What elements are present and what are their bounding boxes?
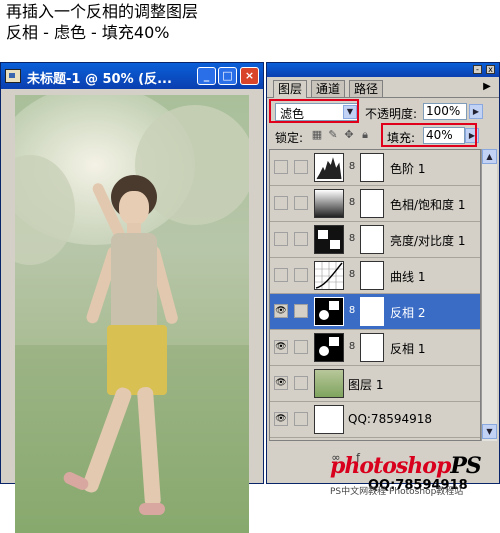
layer-row[interactable]: 8 亮度/对比度 1 — [270, 222, 480, 258]
layer-name: 图层 1 — [348, 378, 384, 392]
chain-icon: 8 — [348, 197, 356, 208]
layer-mask-thumb[interactable] — [360, 333, 384, 362]
layer-mask-thumb[interactable] — [360, 261, 384, 290]
layer-mask-thumb[interactable] — [360, 225, 384, 254]
lock-all-icon[interactable]: 🔒︎ — [359, 129, 371, 141]
document-window: 未标题-1 @ 50% (反... _ □ × — [0, 62, 264, 533]
link-slot[interactable] — [294, 412, 308, 426]
layer-name: 色相/饱和度 1 — [390, 198, 466, 212]
chain-icon: 8 — [348, 305, 356, 316]
opacity-label: 不透明度: — [365, 107, 418, 121]
tab-paths[interactable]: 路径 — [349, 80, 384, 97]
eye-icon[interactable]: 👁︎ — [274, 304, 288, 318]
watermark-subtitle: PS中文网教程 Photoshop教程站 — [330, 487, 464, 497]
panel-titlebar[interactable]: - x — [267, 63, 499, 77]
layer-row[interactable]: 👁︎ QQ:78594918 — [270, 402, 480, 438]
layers-panel: - x 图层 通道 路径 ▶ 滤色 ▼ 不透明度: 100% ▶ 锁定: ▦ ✎… — [266, 62, 500, 484]
eye-icon[interactable]: 👁︎ — [274, 412, 288, 426]
minimize-button[interactable]: _ — [197, 67, 216, 85]
layer-row[interactable]: 8 曲线 1 — [270, 258, 480, 294]
watermark-logo: photoshopPS — [330, 453, 482, 479]
fill-highlight — [381, 123, 477, 147]
layers-scrollbar[interactable]: ▲ ▼ — [481, 149, 497, 441]
layer-name: QQ:78594918 — [348, 412, 433, 426]
link-slot[interactable] — [294, 268, 308, 282]
panel-close-button[interactable]: x — [486, 65, 495, 74]
watermark-brand: photoshop — [330, 453, 451, 479]
canvas-photo[interactable] — [15, 95, 249, 533]
visibility-toggle[interactable] — [274, 232, 288, 246]
link-slot[interactable] — [294, 160, 308, 174]
scroll-down-icon[interactable]: ▼ — [482, 424, 497, 439]
layer-row[interactable]: 👁︎ 图层 1 — [270, 366, 480, 402]
tab-layers[interactable]: 图层 — [273, 80, 308, 98]
brightness-contrast-icon — [314, 225, 344, 254]
link-slot[interactable] — [294, 376, 308, 390]
opacity-arrow-icon[interactable]: ▶ — [469, 104, 483, 119]
lock-label: 锁定: — [275, 131, 304, 145]
levels-icon — [314, 153, 344, 182]
lock-position-icon[interactable]: ✥ — [343, 129, 355, 141]
lock-pixels-icon[interactable]: ✎ — [327, 129, 339, 141]
layer-mask-thumb[interactable] — [360, 189, 384, 218]
white-thumb — [314, 405, 344, 434]
panel-tabs: 图层 通道 路径 ▶ — [267, 77, 499, 98]
chain-icon: 8 — [348, 161, 356, 172]
tab-channels[interactable]: 通道 — [311, 80, 346, 97]
layer-mask-thumb[interactable] — [360, 297, 384, 326]
watermark-ps: PS — [450, 453, 481, 479]
curves-icon — [314, 261, 344, 290]
layer-name: 反相 2 — [390, 306, 426, 320]
link-slot[interactable] — [294, 232, 308, 246]
visibility-toggle[interactable] — [274, 196, 288, 210]
layer-row[interactable]: 8 色相/饱和度 1 — [270, 186, 480, 222]
link-slot[interactable] — [294, 340, 308, 354]
opacity-field[interactable]: 100% — [423, 103, 467, 120]
blend-mode-highlight — [269, 99, 359, 123]
invert-icon — [314, 297, 344, 326]
document-title: 未标题-1 @ 50% (反... — [27, 72, 172, 87]
visibility-toggle[interactable] — [274, 160, 288, 174]
layer-name: 反相 1 — [390, 342, 426, 356]
eye-icon[interactable]: 👁︎ — [274, 340, 288, 354]
photoshop-doc-icon — [5, 69, 21, 83]
layer-row[interactable]: 👁︎ 8 反相 1 — [270, 330, 480, 366]
layer-row-selected[interactable]: 👁︎ 8 反相 2 — [270, 294, 480, 330]
brush-mask-icon[interactable] — [294, 304, 308, 318]
chain-icon: 8 — [348, 341, 356, 352]
panel-menu-icon[interactable]: ▶ — [481, 81, 493, 93]
layer-row[interactable]: 8 色阶 1 — [270, 150, 480, 186]
hue-saturation-icon — [314, 189, 344, 218]
document-titlebar[interactable]: 未标题-1 @ 50% (反... _ □ × — [1, 63, 263, 89]
layer-name: 亮度/对比度 1 — [390, 234, 466, 248]
scroll-up-icon[interactable]: ▲ — [482, 149, 497, 164]
layer-name: 色阶 1 — [390, 162, 426, 176]
layers-list: 8 色阶 1 8 色相/饱和度 1 8 亮度/对比度 1 8 曲线 1 👁︎ 8… — [269, 149, 481, 441]
invert-icon — [314, 333, 344, 362]
eye-icon[interactable]: 👁︎ — [274, 376, 288, 390]
layer-mask-thumb[interactable] — [360, 153, 384, 182]
layer-name: 曲线 1 — [390, 270, 426, 284]
visibility-toggle[interactable] — [274, 268, 288, 282]
chain-icon: 8 — [348, 233, 356, 244]
lock-transparency-icon[interactable]: ▦ — [311, 129, 323, 141]
link-slot[interactable] — [294, 196, 308, 210]
girl-figure — [59, 175, 189, 533]
photo-thumb — [314, 369, 344, 398]
panel-minimize-button[interactable]: - — [473, 65, 482, 74]
instruction-line-1: 再插入一个反相的调整图层 — [6, 2, 199, 21]
chain-icon: 8 — [348, 269, 356, 280]
instruction-line-2: 反相 - 虑色 - 填充40% — [6, 23, 170, 42]
close-button[interactable]: × — [240, 67, 259, 85]
maximize-button[interactable]: □ — [218, 67, 237, 85]
